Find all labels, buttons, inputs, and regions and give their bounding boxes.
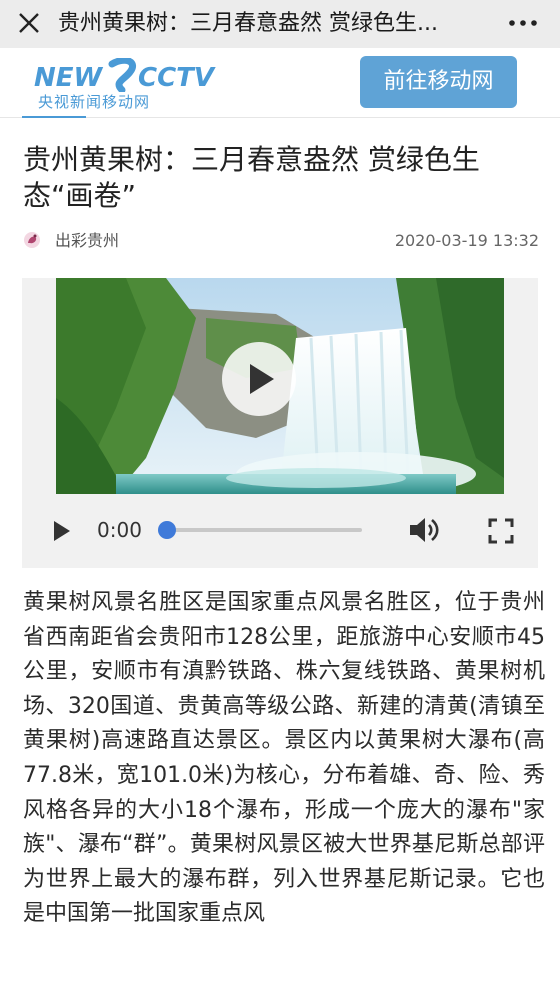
play-icon[interactable] (52, 520, 72, 542)
header-underline (22, 116, 86, 118)
article-body: 黄果树风景名胜区是国家重点风景名胜区，位于贵州省西南距省会贵阳市128公里，距旅… (23, 590, 545, 927)
video-controls: 0:00 (22, 494, 538, 566)
article-meta: 出彩贵州 2020-03-19 13:32 (23, 228, 539, 254)
article-source[interactable]: 出彩贵州 (55, 228, 119, 254)
video-play-icon[interactable] (222, 342, 296, 416)
svg-text:NEW: NEW (34, 63, 104, 92)
title-bar: 贵州黄果树：三月春意盎然 赏绿色生... (0, 0, 560, 48)
source-logo-icon (23, 231, 41, 249)
article-title: 贵州黄果树：三月春意盎然 赏绿色生态“画卷” (23, 143, 480, 212)
site-header: NEW CCTV 央视新闻移动网 前往移动网 (0, 48, 560, 118)
video-progress-thumb[interactable] (158, 521, 176, 539)
svg-text:CCTV: CCTV (138, 63, 216, 92)
fullscreen-icon[interactable] (488, 518, 514, 544)
logo-subtitle: 央视新闻移动网 (38, 93, 151, 111)
publish-time: 2020-03-19 13:32 (394, 231, 539, 250)
goto-mobile-button[interactable]: 前往移动网 (360, 56, 517, 108)
video-progress-track[interactable] (164, 528, 362, 532)
close-icon[interactable] (14, 8, 44, 38)
volume-icon[interactable] (408, 516, 444, 544)
window-title: 贵州黄果树：三月春意盎然 赏绿色生... (58, 11, 438, 36)
cctv-logo-mark: NEW CCTV (34, 58, 216, 92)
video-current-time: 0:00 (97, 518, 142, 542)
more-dots-icon[interactable] (506, 10, 540, 36)
cctv-logo[interactable]: NEW CCTV 央视新闻移动网 (24, 54, 224, 114)
